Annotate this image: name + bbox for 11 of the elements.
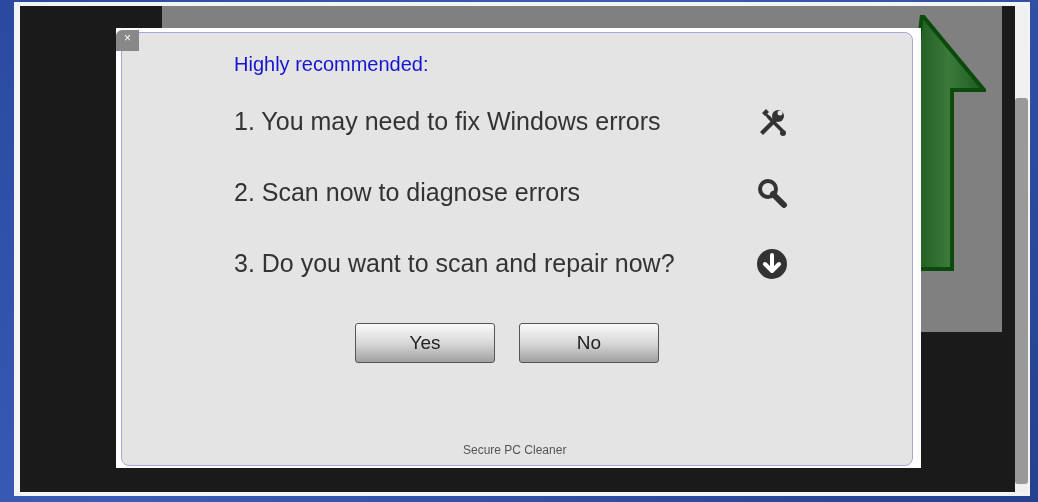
- recommendation-text: 1. You may need to fix Windows errors: [234, 107, 662, 136]
- recommendation-text: 3. Do you want to scan and repair now?: [234, 249, 676, 278]
- arrow-down-circle-icon: [756, 247, 788, 280]
- scrollbar[interactable]: [1015, 6, 1028, 492]
- no-button[interactable]: No: [519, 323, 659, 363]
- yes-button[interactable]: Yes: [355, 323, 495, 363]
- footer-text: Secure PC Cleaner: [463, 443, 568, 457]
- close-button[interactable]: ×: [116, 30, 139, 51]
- dialog-heading: Highly recommended:: [234, 53, 430, 76]
- search-icon: [756, 176, 788, 209]
- recommendation-text: 2. Scan now to diagnose errors: [234, 178, 582, 207]
